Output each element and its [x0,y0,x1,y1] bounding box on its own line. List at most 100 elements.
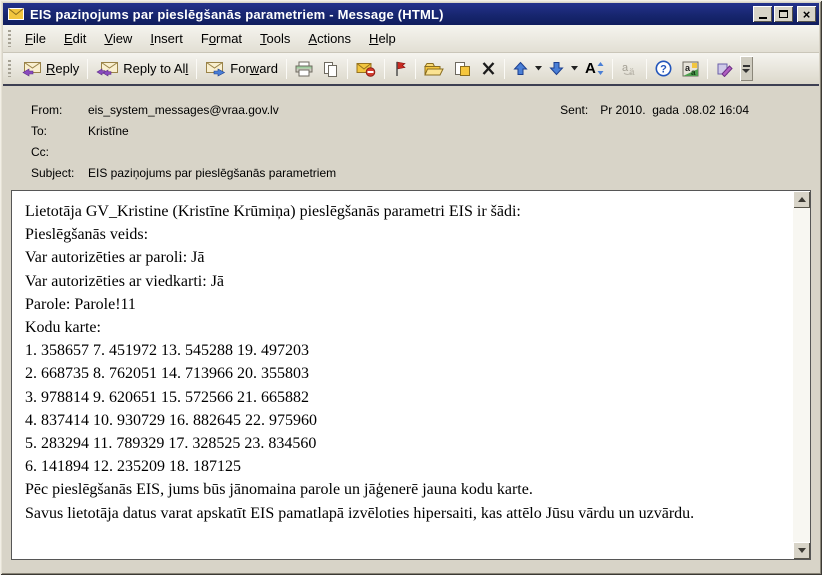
scroll-up-button[interactable] [793,191,810,208]
code-card-line: 4. 837414 10. 930729 16. 882645 22. 9759… [25,409,782,432]
label-fragment: nsert [154,31,183,46]
delete-button[interactable] [476,59,501,78]
label-fragment: iew [113,31,133,46]
body-scrollbar[interactable] [793,191,810,559]
code-card-line: 2. 668735 8. 762051 14. 713966 20. 35580… [25,362,782,385]
forward-label: Forward [230,61,278,76]
label-fragment: R [46,61,55,76]
reply-all-icon [96,61,119,77]
label-fragment: ile [33,31,46,46]
svg-text:a: a [691,68,696,77]
menu-actions[interactable]: Actions [299,27,360,50]
label-fragment: F [201,31,209,46]
follow-up-flag-button[interactable] [388,59,412,79]
move-to-folder-button[interactable] [419,59,449,79]
text-size-icon: A [585,60,596,77]
from-value: eis_system_messages@vraa.gov.lv [88,103,279,124]
toolbar-separator [612,59,613,79]
label-fragment: rmat [216,31,242,46]
body-line: Var autorizēties ar viedkarti: Jā [25,270,782,293]
toolbar-separator [415,59,416,79]
body-line: Pēc pieslēgšanās EIS, jums būs jānomaina… [25,478,782,501]
body-line: Var autorizēties ar paroli: Jā [25,246,782,269]
translate-icon: aä [621,61,638,77]
next-item-dropdown[interactable] [569,64,580,73]
reply-all-label: Reply to All [123,61,188,76]
translate-button[interactable]: aä [616,59,643,79]
junk-email-icon [356,61,376,77]
menu-drag-handle-icon[interactable] [8,30,11,47]
label-fragment: l [185,61,188,76]
label-fragment: dit [73,31,87,46]
previous-item-dropdown[interactable] [533,64,544,73]
minimize-button[interactable] [753,6,772,22]
previous-item-button[interactable] [508,59,533,78]
toolbar-options-icon [743,65,750,67]
minimize-icon [759,17,767,19]
menu-tools[interactable]: Tools [251,27,299,50]
close-button[interactable]: × [797,6,816,22]
junk-email-button[interactable] [351,59,381,79]
create-rule-icon [454,61,471,77]
toolbar-separator [504,59,505,79]
message-window: EIS paziņojums par pieslēgšanās parametr… [0,0,822,575]
toolbar-drag-handle-icon[interactable] [8,60,11,77]
body-text: Lietotāja GV_Kristine (Kristīne Krūmiņa)… [12,191,810,525]
body-line: Parole: Parole!11 [25,293,782,316]
menu-format[interactable]: Format [192,27,251,50]
maximize-icon [779,10,788,18]
label-fragment: ctions [317,31,351,46]
copy-button[interactable] [318,59,344,79]
reply-label: Reply [46,61,79,76]
body-line: Kodu karte: [25,316,782,339]
forward-icon [205,61,226,77]
text-size-button[interactable]: A [580,58,609,79]
flag-icon [393,61,407,77]
scroll-up-icon [798,197,806,202]
sent-row: Sent: Pr 2010. gada .08.02 16:04 [560,103,749,117]
next-item-icon [549,61,564,76]
menu-help[interactable]: Help [360,27,405,50]
help-button[interactable]: ? [650,58,677,79]
print-icon [295,61,313,77]
add-in-icon [716,61,733,77]
reply-to-all-button[interactable]: Reply to All [91,59,193,79]
toolbar-separator [646,59,647,79]
code-card-line: 1. 358657 7. 451972 13. 545288 19. 49720… [25,339,782,362]
scroll-down-icon [798,548,806,553]
toolbar: Reply Reply to All Forward A [3,53,819,84]
toolbar-separator [384,59,385,79]
menu-view[interactable]: View [95,27,141,50]
svg-text:ä: ä [629,67,635,77]
print-button[interactable] [290,59,318,79]
toolbar-options-arrow-icon [742,69,750,73]
close-icon: × [803,8,811,21]
create-rule-button[interactable] [449,59,476,79]
svg-text:?: ? [660,64,667,76]
menu-edit[interactable]: Edit [55,27,95,50]
body-line: Savus lietotāja datus varat apskatīt EIS… [25,502,782,525]
code-card-line: 5. 283294 11. 789329 17. 328525 23. 8345… [25,432,782,455]
menu-file[interactable]: File [16,27,55,50]
label-fragment: For [230,61,250,76]
label-fragment: w [250,61,259,76]
label-fragment: elp [378,31,395,46]
reply-button[interactable]: Reply [16,59,84,79]
research-button[interactable]: aa [677,59,704,79]
toolbar-options-button[interactable] [740,56,753,81]
label-fragment: ard [259,61,278,76]
add-in-button[interactable] [711,59,738,79]
menu-insert[interactable]: Insert [141,27,192,50]
menu-bar: File Edit View Insert Format Tools Actio… [3,25,819,53]
titlebar[interactable]: EIS paziņojums par pieslēgšanās parametr… [3,3,819,25]
maximize-button[interactable] [774,6,793,22]
next-item-button[interactable] [544,59,569,78]
label-fragment: ools [267,31,291,46]
subject-value: EIS paziņojums par pieslēgšanās parametr… [88,166,336,187]
message-header: From: eis_system_messages@vraa.gov.lv Se… [3,86,819,190]
window-title: EIS paziņojums par pieslēgšanās parametr… [30,7,751,22]
toolbar-separator [87,59,88,79]
scroll-down-button[interactable] [793,542,810,559]
forward-button[interactable]: Forward [200,59,283,79]
to-row: To: Kristīne [31,124,819,145]
